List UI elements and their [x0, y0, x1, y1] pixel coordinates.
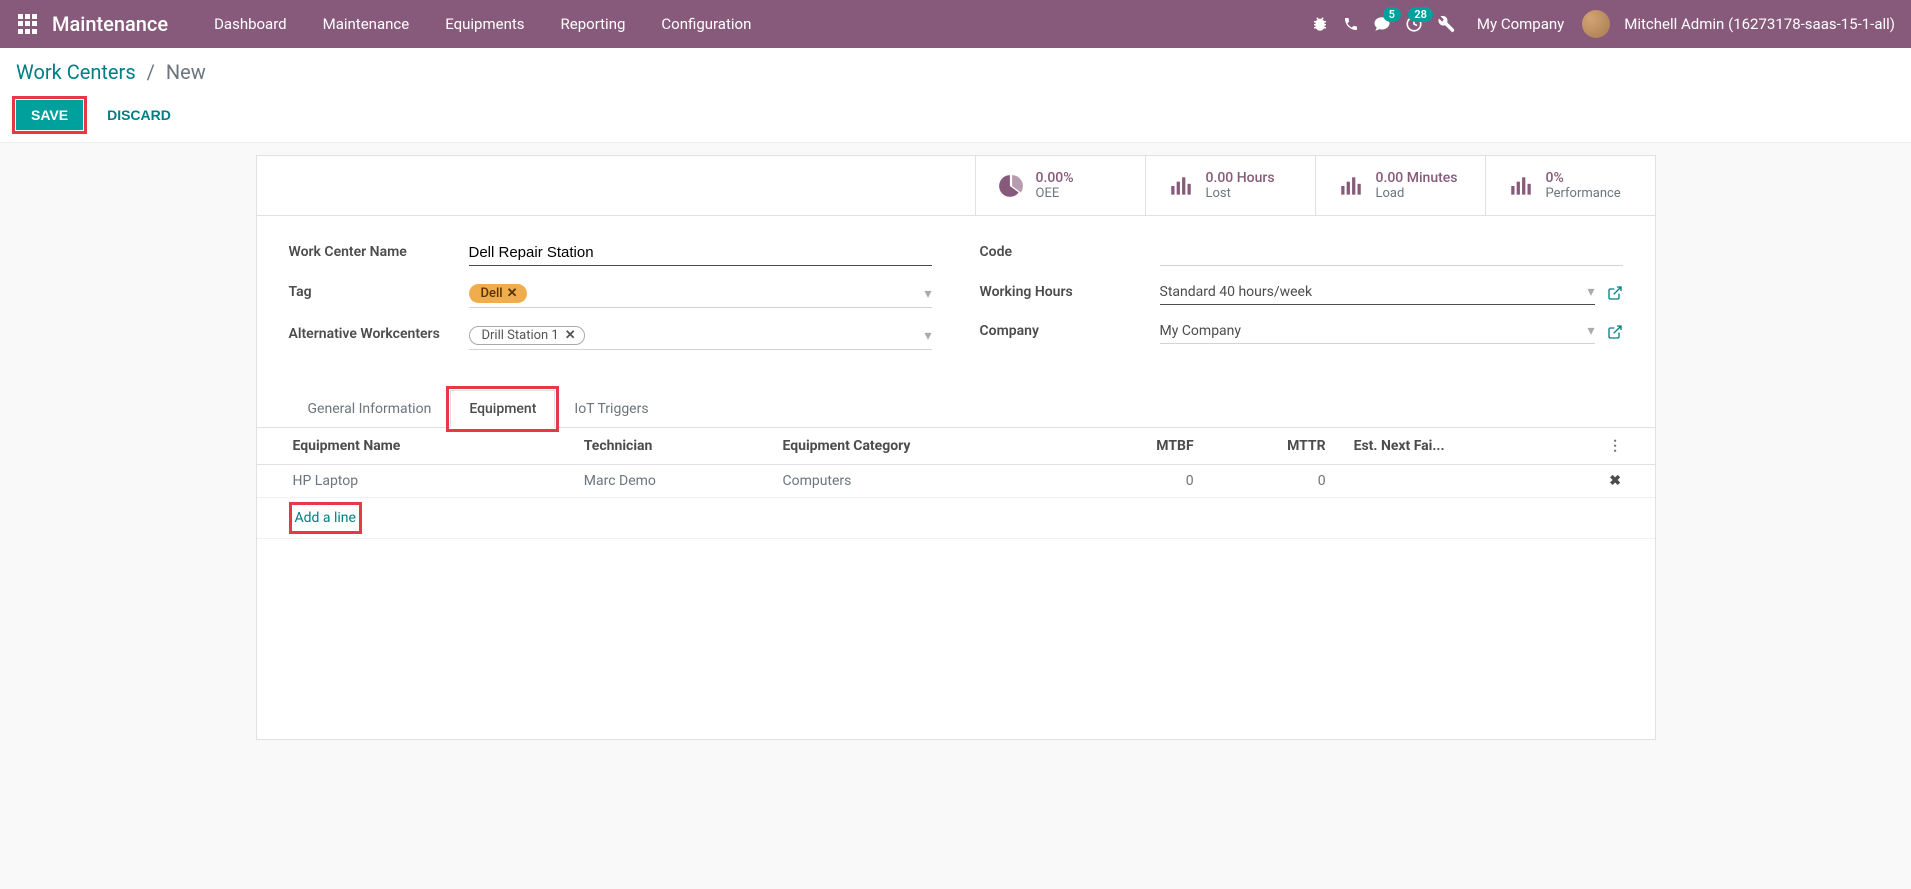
notebook-tabs: General Information Equipment IoT Trigge… — [257, 390, 1655, 428]
cell-tech[interactable]: Marc Demo — [570, 465, 769, 498]
discard-button[interactable]: DISCARD — [93, 100, 185, 130]
add-line-button[interactable]: Add a line — [293, 506, 358, 530]
company-value: My Company — [1160, 323, 1242, 339]
stat-lost[interactable]: 0.00 Hours Lost — [1145, 156, 1315, 215]
company-input[interactable]: My Company ▾ — [1160, 319, 1595, 344]
working-hours-input[interactable]: Standard 40 hours/week ▾ — [1160, 280, 1595, 305]
tab-equipment[interactable]: Equipment — [450, 390, 555, 428]
chevron-down-icon[interactable]: ▾ — [1587, 284, 1594, 300]
table-row-add: Add a line — [257, 498, 1655, 539]
stat-lost-value: 0.00 Hours — [1206, 170, 1275, 186]
col-next[interactable]: Est. Next Fai... — [1340, 428, 1576, 465]
messaging-icon[interactable]: 5 — [1373, 15, 1391, 33]
tag-label: Tag — [289, 280, 469, 300]
cell-next — [1340, 465, 1576, 498]
stat-perf-label: Performance — [1546, 186, 1621, 201]
code-input[interactable] — [1160, 240, 1623, 266]
breadcrumb-root[interactable]: Work Centers — [16, 60, 136, 84]
col-mtbf[interactable]: MTBF — [1078, 428, 1208, 465]
breadcrumb-sep: / — [147, 60, 155, 84]
messaging-badge: 5 — [1383, 7, 1401, 22]
pie-chart-icon — [998, 173, 1024, 199]
tab-iot-triggers[interactable]: IoT Triggers — [555, 390, 667, 428]
name-label: Work Center Name — [289, 240, 469, 260]
col-options-icon[interactable]: ⋮ — [1576, 428, 1655, 465]
sheet-container: 0.00% OEE 0.00 Hours Lost 0.00 Minutes — [0, 143, 1911, 764]
bar-chart-icon — [1508, 173, 1534, 199]
hours-label: Working Hours — [980, 280, 1160, 300]
save-button[interactable]: SAVE — [16, 100, 83, 130]
equipment-table: Equipment Name Technician Equipment Cate… — [257, 428, 1655, 539]
code-label: Code — [980, 240, 1160, 260]
stat-load-label: Load — [1376, 186, 1458, 201]
header-right: 5 28 My Company Mitchell Admin (16273178… — [1311, 10, 1895, 38]
form-col-left: Work Center Name Tag Dell ✕ ▾ — [289, 240, 932, 364]
col-mttr[interactable]: MTTR — [1208, 428, 1340, 465]
avatar[interactable] — [1582, 10, 1610, 38]
stat-load-value: 0.00 Minutes — [1376, 170, 1458, 186]
stat-oee[interactable]: 0.00% OEE — [975, 156, 1145, 215]
phone-icon[interactable] — [1343, 16, 1359, 32]
tools-icon[interactable] — [1437, 15, 1455, 33]
tag-remove-icon[interactable]: ✕ — [565, 328, 576, 343]
working-hours-value: Standard 40 hours/week — [1160, 284, 1313, 300]
bar-chart-icon — [1338, 173, 1364, 199]
menu-dashboard[interactable]: Dashboard — [196, 1, 305, 47]
alt-label: Alternative Workcenters — [289, 322, 469, 342]
form-sheet: 0.00% OEE 0.00 Hours Lost 0.00 Minutes — [256, 155, 1656, 740]
chevron-down-icon[interactable]: ▾ — [924, 286, 931, 302]
stat-load[interactable]: 0.00 Minutes Load — [1315, 156, 1485, 215]
menu-reporting[interactable]: Reporting — [543, 1, 644, 47]
stat-oee-label: OEE — [1036, 186, 1074, 201]
menu-configuration[interactable]: Configuration — [643, 1, 769, 47]
activities-icon[interactable]: 28 — [1405, 15, 1423, 33]
row-delete-icon[interactable]: ✖ — [1576, 465, 1655, 498]
tag-remove-icon[interactable]: ✕ — [507, 286, 518, 301]
company-selector[interactable]: My Company — [1477, 15, 1564, 33]
app-header: Maintenance Dashboard Maintenance Equipm… — [0, 0, 1911, 48]
chevron-down-icon[interactable]: ▾ — [1587, 323, 1594, 339]
bar-chart-icon — [1168, 173, 1194, 199]
stat-buttons: 0.00% OEE 0.00 Hours Lost 0.00 Minutes — [257, 156, 1655, 216]
table-row[interactable]: HP Laptop Marc Demo Computers 0 0 ✖ — [257, 465, 1655, 498]
name-input[interactable] — [469, 240, 932, 266]
chevron-down-icon[interactable]: ▾ — [924, 328, 931, 344]
alt-tag-text: Drill Station 1 — [482, 328, 559, 343]
menu-equipments[interactable]: Equipments — [427, 1, 542, 47]
apps-menu-icon[interactable] — [16, 12, 40, 36]
cell-cat[interactable]: Computers — [768, 465, 1077, 498]
activities-badge: 28 — [1408, 7, 1433, 22]
equipment-table-wrap: Equipment Name Technician Equipment Cate… — [257, 428, 1655, 739]
alt-workcenter-input[interactable]: Drill Station 1 ✕ ▾ — [469, 322, 932, 350]
company-field-label: Company — [980, 319, 1160, 339]
breadcrumb: Work Centers / New — [16, 60, 1895, 84]
col-tech[interactable]: Technician — [570, 428, 769, 465]
stat-lost-label: Lost — [1206, 186, 1275, 201]
control-panel: Work Centers / New SAVE DISCARD — [0, 48, 1911, 143]
app-title: Maintenance — [52, 12, 168, 36]
user-menu[interactable]: Mitchell Admin (16273178-saas-15-1-all) — [1624, 15, 1895, 33]
cell-mttr: 0 — [1208, 465, 1340, 498]
tag-input[interactable]: Dell ✕ ▾ — [469, 280, 932, 308]
main-menu: Dashboard Maintenance Equipments Reporti… — [196, 1, 769, 47]
stat-oee-value: 0.00% — [1036, 170, 1074, 186]
tab-general-info[interactable]: General Information — [289, 390, 451, 428]
form-body: Work Center Name Tag Dell ✕ ▾ — [257, 216, 1655, 380]
bug-icon[interactable] — [1311, 15, 1329, 33]
external-link-icon[interactable] — [1607, 324, 1623, 340]
external-link-icon[interactable] — [1607, 285, 1623, 301]
cell-name[interactable]: HP Laptop — [257, 465, 570, 498]
cell-mtbf: 0 — [1078, 465, 1208, 498]
alt-tag[interactable]: Drill Station 1 ✕ — [469, 326, 585, 345]
stat-perf[interactable]: 0% Performance — [1485, 156, 1655, 215]
col-name[interactable]: Equipment Name — [257, 428, 570, 465]
tag-dell[interactable]: Dell ✕ — [469, 284, 528, 303]
form-col-right: Code Working Hours Standard 40 hours/wee… — [980, 240, 1623, 364]
col-cat[interactable]: Equipment Category — [768, 428, 1077, 465]
menu-maintenance[interactable]: Maintenance — [305, 1, 428, 47]
stat-perf-value: 0% — [1546, 170, 1621, 186]
breadcrumb-current: New — [166, 60, 206, 84]
tag-text: Dell — [481, 286, 503, 301]
action-buttons: SAVE DISCARD — [16, 100, 1895, 130]
